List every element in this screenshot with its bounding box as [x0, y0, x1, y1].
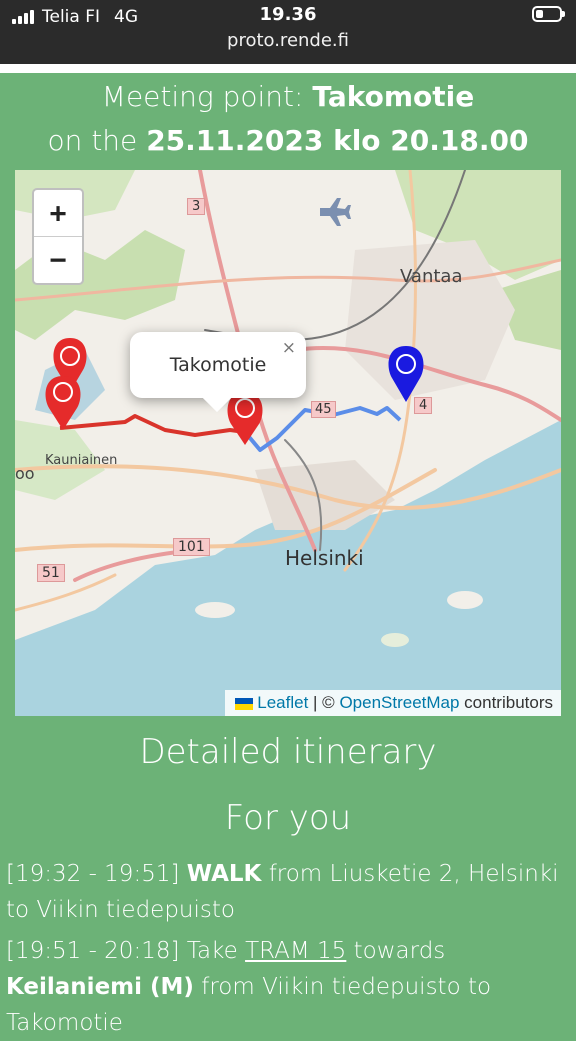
attribution-contributors: contributors [459, 693, 553, 712]
step-destination: Keilaniemi (M) [6, 974, 194, 1000]
road-shield-4: 4 [414, 397, 433, 414]
road-shield-101: 101 [173, 538, 210, 556]
map-label-helsinki: Helsinki [285, 546, 364, 570]
zoom-in-button[interactable]: + [34, 190, 82, 237]
popup-close-button[interactable]: × [282, 338, 296, 358]
itinerary-subtitle: For you [224, 798, 352, 838]
attribution-separator: | © [308, 693, 340, 712]
road-shield-51: 51 [37, 564, 65, 582]
zoom-out-button[interactable]: − [34, 237, 82, 283]
ukraine-flag-icon [235, 697, 254, 710]
openstreetmap-link[interactable]: OpenStreetMap [339, 693, 459, 712]
road-shield-3: 3 [187, 198, 206, 215]
road-shield-45: 45 [311, 401, 336, 418]
map-label-vantaa: Vantaa [400, 266, 463, 287]
meeting-datetime: 25.11.2023 klo 20.18.00 [146, 124, 529, 157]
step-time: [19:51 - 20:18] [6, 938, 180, 964]
zoom-control: + − [32, 188, 84, 285]
page-top-edge [0, 64, 576, 73]
marker-popup: Takomotie × [130, 332, 306, 413]
popup-label: Takomotie [169, 354, 267, 376]
status-bar: Telia FI 4G 19.36 proto.rende.fi [0, 0, 576, 64]
meeting-place: Takomotie [312, 80, 475, 113]
step-towards: towards [353, 938, 446, 964]
meeting-point-heading: Meeting point: Takomotie [0, 80, 576, 113]
clock: 19.36 [259, 4, 317, 25]
meeting-date-heading: on the 25.11.2023 klo 20.18.00 [0, 124, 576, 157]
map-label-kauniainen: Kauniainen [45, 453, 118, 468]
meeting-prefix: Meeting point: [101, 80, 313, 113]
map-label-oo: oo [15, 464, 35, 483]
battery-icon [532, 6, 565, 22]
map-attribution: Leaflet | © OpenStreetMap contributors [225, 690, 561, 716]
itinerary-step-tram: [19:51 - 20:18] Take TRAM 15 towards Kei… [6, 933, 572, 1041]
itinerary-title: Detailed itinerary [139, 732, 437, 772]
address-bar-url[interactable]: proto.rende.fi [0, 30, 576, 51]
step-take: Take [186, 938, 238, 964]
date-prefix: on the [47, 124, 147, 157]
step-time: [19:32 - 19:51] [6, 861, 180, 887]
tram-line-link[interactable]: TRAM 15 [245, 938, 346, 964]
itinerary-step-walk: [19:32 - 19:51] WALK from Liusketie 2, H… [6, 856, 572, 928]
step-mode: WALK [186, 861, 262, 887]
map-tiles [15, 170, 561, 716]
battery-level [536, 10, 543, 18]
route-map[interactable]: Vantaa Helsinki Kauniainen oo 3 45 4 101… [15, 170, 561, 716]
leaflet-link[interactable]: Leaflet [257, 693, 308, 712]
